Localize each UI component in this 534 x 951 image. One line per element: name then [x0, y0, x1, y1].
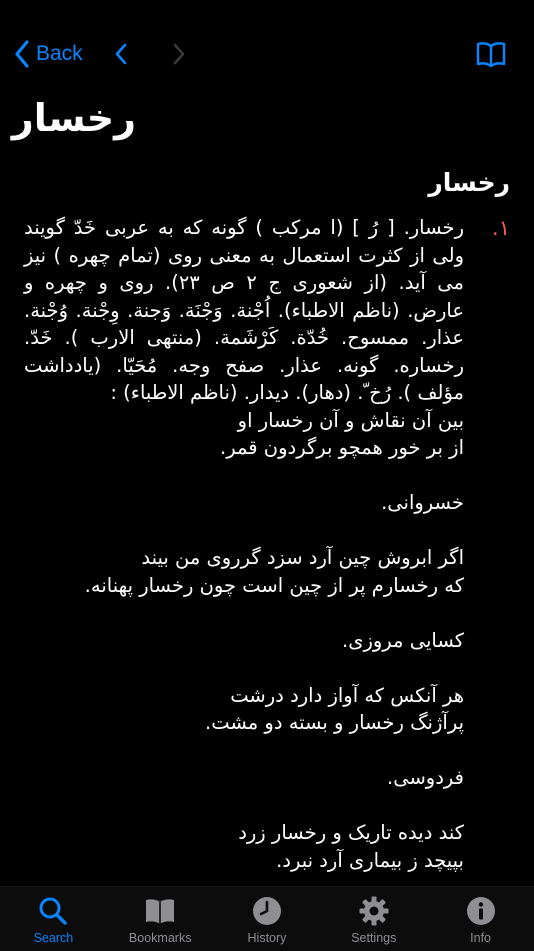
- info-icon: [466, 897, 495, 925]
- tab-bar: Search Bookmarks History Settings Info: [0, 886, 534, 951]
- tab-history[interactable]: History: [214, 887, 320, 945]
- chevron-left-icon: [15, 40, 29, 68]
- tab-search-label: Search: [33, 931, 74, 945]
- search-icon: [39, 897, 68, 925]
- tab-bookmarks[interactable]: Bookmarks: [107, 887, 213, 945]
- tab-settings[interactable]: Settings: [321, 887, 427, 945]
- back-button[interactable]: Back: [14, 36, 83, 72]
- tab-history-label: History: [247, 931, 287, 945]
- entry-content[interactable]: رخسار ۱. رخسار. [ رُ ] (ا مرکب ) گونه که…: [0, 168, 534, 888]
- navigation-bar: Back: [0, 0, 534, 100]
- history-icon: [252, 897, 281, 925]
- tab-info[interactable]: Info: [428, 887, 534, 945]
- definition-number: ۱.: [492, 216, 510, 240]
- page-title: رخسار: [11, 96, 136, 140]
- bookmarks-icon: [146, 899, 175, 924]
- tab-info-label: Info: [470, 931, 491, 945]
- settings-icon: [359, 896, 389, 926]
- previous-entry-icon[interactable]: [110, 42, 134, 66]
- tab-bookmarks-label: Bookmarks: [128, 931, 192, 945]
- next-entry-icon[interactable]: [166, 42, 190, 66]
- back-button-label: Back: [36, 42, 83, 65]
- tab-settings-label: Settings: [351, 931, 397, 945]
- definition-text: رخسار. [ رُ ] (ا مرکب ) گونه که به عربی …: [24, 216, 464, 872]
- entry-headword: رخسار: [428, 168, 510, 197]
- tab-search[interactable]: Search: [0, 887, 106, 945]
- open-book-icon[interactable]: [476, 40, 506, 68]
